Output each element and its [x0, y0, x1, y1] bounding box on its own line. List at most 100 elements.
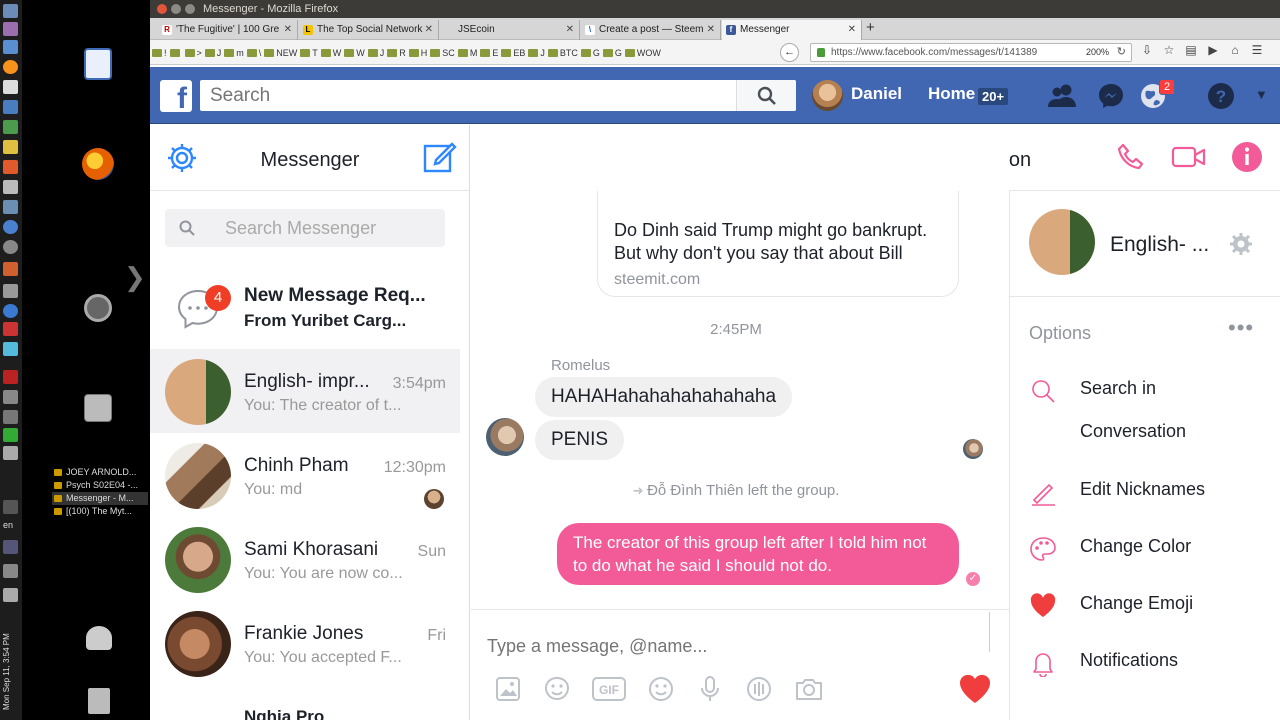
reload-icon[interactable]: ↻ — [1117, 44, 1126, 61]
conversation-item[interactable]: Sami Khorasani Sun You: You are now co..… — [150, 517, 460, 601]
dock-app-icon[interactable] — [3, 262, 18, 276]
dock-app-icon[interactable] — [3, 342, 18, 356]
close-window-icon[interactable] — [157, 4, 167, 14]
bookmark-item[interactable]: > — [184, 48, 202, 58]
help-icon[interactable]: ? — [1206, 81, 1236, 111]
bookmark-item[interactable]: EB — [501, 48, 525, 58]
video-call-icon[interactable] — [1171, 141, 1207, 173]
dock-app-icon[interactable] — [3, 180, 18, 194]
browser-tab[interactable]: \ Create a post — Steem ✕ — [581, 20, 721, 40]
close-tab-icon[interactable]: ✕ — [848, 20, 856, 40]
group-avatar[interactable] — [1029, 209, 1095, 275]
facebook-search-input[interactable] — [200, 80, 796, 111]
bookmark-item[interactable]: BTC — [547, 48, 578, 58]
close-tab-icon[interactable]: ✕ — [284, 20, 292, 40]
received-message[interactable]: PENIS — [535, 420, 625, 460]
dock-app-icon[interactable] — [3, 160, 18, 174]
dock-app-icon[interactable] — [3, 390, 18, 404]
compose-icon[interactable] — [422, 139, 458, 175]
bookmark-item[interactable] — [169, 48, 182, 57]
avatar[interactable] — [812, 80, 843, 111]
message-input[interactable] — [487, 632, 987, 660]
conversation-name[interactable]: Nghia Pro — [244, 707, 324, 720]
camera-icon[interactable] — [793, 674, 825, 704]
photo-icon[interactable] — [493, 674, 523, 704]
bookmark-item[interactable]: M — [457, 48, 477, 58]
dock-app-icon[interactable] — [3, 4, 18, 18]
dock-app-icon[interactable] — [3, 446, 18, 460]
bookmark-item[interactable]: T — [300, 48, 318, 58]
dock-app-icon[interactable] — [3, 22, 18, 36]
dock-app-icon[interactable] — [3, 80, 18, 94]
dock-app-icon[interactable] — [3, 410, 18, 424]
user-icon[interactable] — [86, 626, 112, 650]
trash-icon[interactable] — [88, 688, 110, 714]
message-requests-item[interactable]: 4 New Message Req... From Yuribet Carg..… — [150, 265, 460, 345]
messenger-icon[interactable] — [1096, 81, 1126, 111]
bookmark-item[interactable]: G — [580, 48, 600, 58]
conversation-item[interactable]: Frankie Jones Fri You: You accepted F... — [150, 601, 460, 685]
ubuntu-icon[interactable] — [84, 294, 112, 322]
bookmark-item[interactable]: NEW — [264, 48, 297, 58]
battery-icon[interactable] — [3, 588, 18, 602]
chevron-right-icon[interactable]: ❯ — [124, 262, 146, 293]
composer-scrollbar[interactable] — [989, 612, 997, 652]
keyboard-language[interactable]: en — [3, 520, 13, 530]
received-message[interactable]: HAHAHahahahahahahaha — [535, 377, 793, 417]
messenger-search-input[interactable]: Search Messenger — [165, 209, 445, 247]
sent-message[interactable]: The creator of this group left after I t… — [557, 523, 959, 585]
filezilla-icon[interactable] — [3, 370, 18, 384]
dock-app-icon[interactable] — [3, 100, 18, 114]
search-button[interactable] — [736, 80, 796, 111]
download-icon[interactable]: ⇩ — [1140, 43, 1154, 57]
phone-icon[interactable] — [1115, 141, 1147, 173]
bookmark-item[interactable]: ! — [152, 48, 167, 58]
zoom-level[interactable]: 200% — [1086, 44, 1109, 61]
library-icon[interactable]: ▤ — [1184, 43, 1198, 57]
bitcoin-icon[interactable] — [3, 60, 18, 74]
account-menu-caret-icon[interactable]: ▼ — [1255, 87, 1268, 102]
option-edit-nicknames[interactable]: Edit Nicknames — [1029, 474, 1279, 514]
profile-link[interactable]: Daniel — [851, 84, 902, 104]
bookmark-item[interactable]: J — [528, 48, 545, 58]
firefox-icon[interactable] — [82, 148, 114, 180]
gif-icon[interactable]: GIF — [591, 674, 627, 704]
browser-tab-active[interactable]: f Messenger ✕ — [722, 20, 862, 40]
dock-app-icon[interactable] — [3, 284, 18, 298]
link-preview-card[interactable]: Do Dinh said Trump might go bankrupt. Bu… — [597, 191, 959, 297]
browser-tab[interactable]: JSEcoin ✕ — [440, 20, 580, 40]
volume-icon[interactable] — [3, 564, 18, 578]
bookmark-item[interactable]: H — [408, 48, 427, 58]
sticker-icon[interactable] — [542, 674, 572, 704]
option-notifications[interactable]: Notifications — [1029, 645, 1279, 685]
bookmark-star-icon[interactable]: ☆ — [1162, 43, 1176, 57]
close-tab-icon[interactable]: ✕ — [425, 20, 433, 40]
browser-tab[interactable]: L The Top Social Network ✕ — [299, 20, 439, 40]
home-link[interactable]: Home — [928, 84, 975, 104]
dock-app-icon[interactable] — [3, 220, 18, 234]
bookmark-item[interactable]: J — [367, 48, 384, 58]
browser-tab[interactable]: R 'The Fugitive' | 100 Gre ✕ — [158, 20, 298, 40]
conversation-item[interactable]: English- impr... 3:54pm You: The creator… — [150, 349, 460, 433]
dock-app-icon[interactable] — [3, 120, 18, 134]
dock-app-icon[interactable] — [3, 200, 18, 214]
microphone-icon[interactable] — [695, 674, 725, 704]
more-options-icon[interactable]: ••• — [1228, 315, 1254, 341]
emoji-icon[interactable] — [646, 674, 676, 704]
option-search-conversation[interactable]: Search in Conversation — [1029, 373, 1279, 441]
info-icon[interactable] — [1231, 141, 1263, 173]
bookmark-item[interactable]: \ — [246, 48, 261, 58]
system-clock[interactable]: Mon Sep 11, 3:54 PM — [2, 610, 20, 710]
dock-app-icon[interactable] — [3, 140, 18, 154]
document-icon[interactable] — [84, 48, 112, 80]
home-icon[interactable]: ⌂ — [1228, 43, 1242, 57]
send-heart-icon[interactable] — [957, 672, 993, 706]
dock-app-icon[interactable] — [3, 540, 18, 554]
back-arrow-icon[interactable]: ← — [780, 43, 799, 62]
bookmark-item[interactable]: SC — [430, 48, 455, 58]
window-list-item[interactable]: Messenger - M... — [52, 492, 148, 505]
friend-requests-icon[interactable] — [1047, 81, 1077, 111]
dock-app-icon[interactable] — [3, 304, 18, 318]
sender-avatar[interactable] — [486, 418, 524, 456]
new-tab-icon[interactable]: + — [866, 19, 875, 36]
